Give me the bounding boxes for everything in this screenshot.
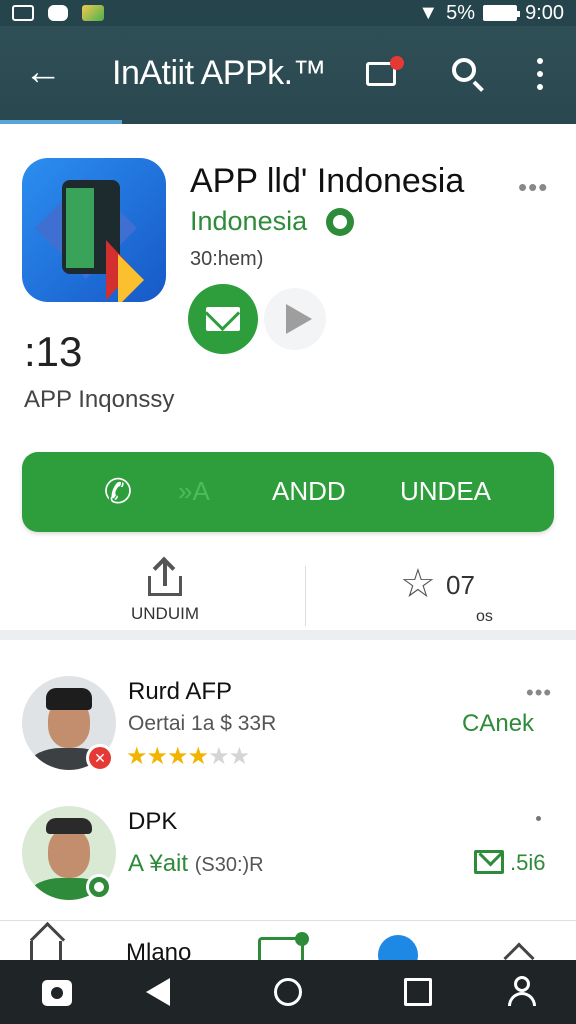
install-label-2: UNDEA bbox=[400, 476, 492, 506]
mail-button[interactable] bbox=[188, 284, 258, 354]
share-label: UNDUIM bbox=[131, 604, 199, 623]
list-item-name: DPK bbox=[128, 808, 178, 835]
nav-recents-icon[interactable] bbox=[404, 978, 432, 1006]
chevron-up-icon[interactable] bbox=[503, 942, 535, 960]
developer-link[interactable]: Indonesia bbox=[190, 206, 307, 237]
star-empty-icon: ★ bbox=[208, 743, 229, 770]
star-icon: ★ bbox=[126, 743, 147, 770]
page-title: InAtiit APPk.™ bbox=[112, 54, 327, 92]
search-icon[interactable] bbox=[450, 56, 486, 92]
bottom-tab-bar: Mlano bbox=[0, 920, 576, 960]
app-size: 30:hem) bbox=[190, 248, 264, 270]
online-badge-icon bbox=[86, 874, 112, 900]
gallery-notification-icon bbox=[12, 5, 34, 21]
signal-icon: ▼ bbox=[418, 1, 439, 24]
install-faint-label: »A bbox=[178, 476, 210, 506]
battery-level: 5% bbox=[446, 1, 476, 24]
install-label-1: ANDD bbox=[272, 476, 346, 506]
home-icon[interactable] bbox=[30, 941, 62, 960]
app-logo bbox=[22, 158, 166, 302]
star-empty-icon: ★ bbox=[228, 743, 250, 770]
list-item-subtitle-grey: (S30:)R bbox=[194, 854, 264, 876]
list-item-more-icon[interactable] bbox=[536, 816, 541, 821]
mail-icon bbox=[206, 307, 240, 331]
nav-back-icon[interactable] bbox=[146, 978, 170, 1006]
list-item[interactable]: DPK A ¥ait (S30:)R .5i6 bbox=[0, 790, 576, 918]
nav-home-icon[interactable] bbox=[274, 978, 302, 1006]
list-item-subtitle: A ¥ait (S30:)R bbox=[128, 850, 264, 878]
card-more-icon[interactable]: ••• bbox=[518, 172, 548, 203]
camera-icon[interactable] bbox=[42, 980, 72, 1006]
list-item[interactable]: ✕ Rurd AFP Oertai 1a $ 33R ★★★★★★ ••• CA… bbox=[0, 660, 576, 788]
share-icon bbox=[148, 562, 182, 596]
rating-value: :13 bbox=[24, 328, 83, 375]
status-bar: ▼ 5% 9:00 bbox=[0, 0, 576, 26]
verified-icon bbox=[326, 208, 354, 236]
tab-app-icon[interactable] bbox=[378, 935, 418, 960]
camera-notification-icon bbox=[48, 5, 68, 21]
list-item-subtitle-green: A ¥ait bbox=[128, 850, 189, 877]
app-bar: ← InAtiit APPk.™ bbox=[0, 26, 576, 124]
star-count: 07 bbox=[446, 570, 475, 600]
tab-indicator bbox=[0, 120, 122, 124]
star-icon: ★ bbox=[146, 743, 168, 770]
favorite-button[interactable]: ☆ 07 os bbox=[400, 564, 520, 634]
phone-icon: ✆ bbox=[103, 473, 133, 511]
battery-icon bbox=[483, 5, 521, 21]
list-item-action[interactable]: .5i6 bbox=[510, 850, 545, 876]
notification-dot bbox=[390, 56, 404, 70]
user-icon[interactable] bbox=[506, 976, 538, 1008]
message-icon[interactable] bbox=[364, 56, 404, 90]
star-rating: ★★★★★★ bbox=[126, 742, 250, 771]
mail-icon[interactable] bbox=[474, 850, 504, 874]
close-badge-icon: ✕ bbox=[86, 744, 114, 772]
star-icon: ☆ bbox=[400, 562, 436, 606]
back-arrow-icon[interactable]: ← bbox=[24, 52, 64, 92]
star-half-icon: ★ bbox=[187, 743, 209, 770]
photos-notification-icon bbox=[82, 5, 104, 21]
list-item-action[interactable]: CAnek bbox=[462, 710, 534, 738]
app-name: APP lld' Indonesia bbox=[190, 162, 465, 200]
list-item-more-icon[interactable]: ••• bbox=[526, 680, 552, 706]
more-vert-icon[interactable] bbox=[530, 54, 550, 94]
star-icon: ★ bbox=[167, 743, 188, 770]
system-nav-bar bbox=[0, 960, 576, 1024]
rating-subtitle: APP Inqonssy bbox=[24, 386, 175, 413]
app-details-card: APP lld' Indonesia ••• Indonesia 30:hem)… bbox=[0, 128, 576, 640]
play-button[interactable] bbox=[264, 288, 326, 350]
divider bbox=[305, 566, 306, 626]
list-item-subtitle: Oertai 1a $ 33R bbox=[128, 712, 277, 735]
share-button[interactable]: UNDUIM bbox=[110, 562, 220, 632]
list-item-name: Rurd AFP bbox=[128, 678, 233, 705]
install-button[interactable]: ✆ »A ANDD UNDEA bbox=[22, 452, 554, 532]
star-label: os bbox=[476, 608, 493, 625]
clock: 9:00 bbox=[525, 1, 564, 24]
message-icon[interactable] bbox=[258, 932, 309, 960]
tab-label[interactable]: Mlano bbox=[126, 939, 191, 960]
